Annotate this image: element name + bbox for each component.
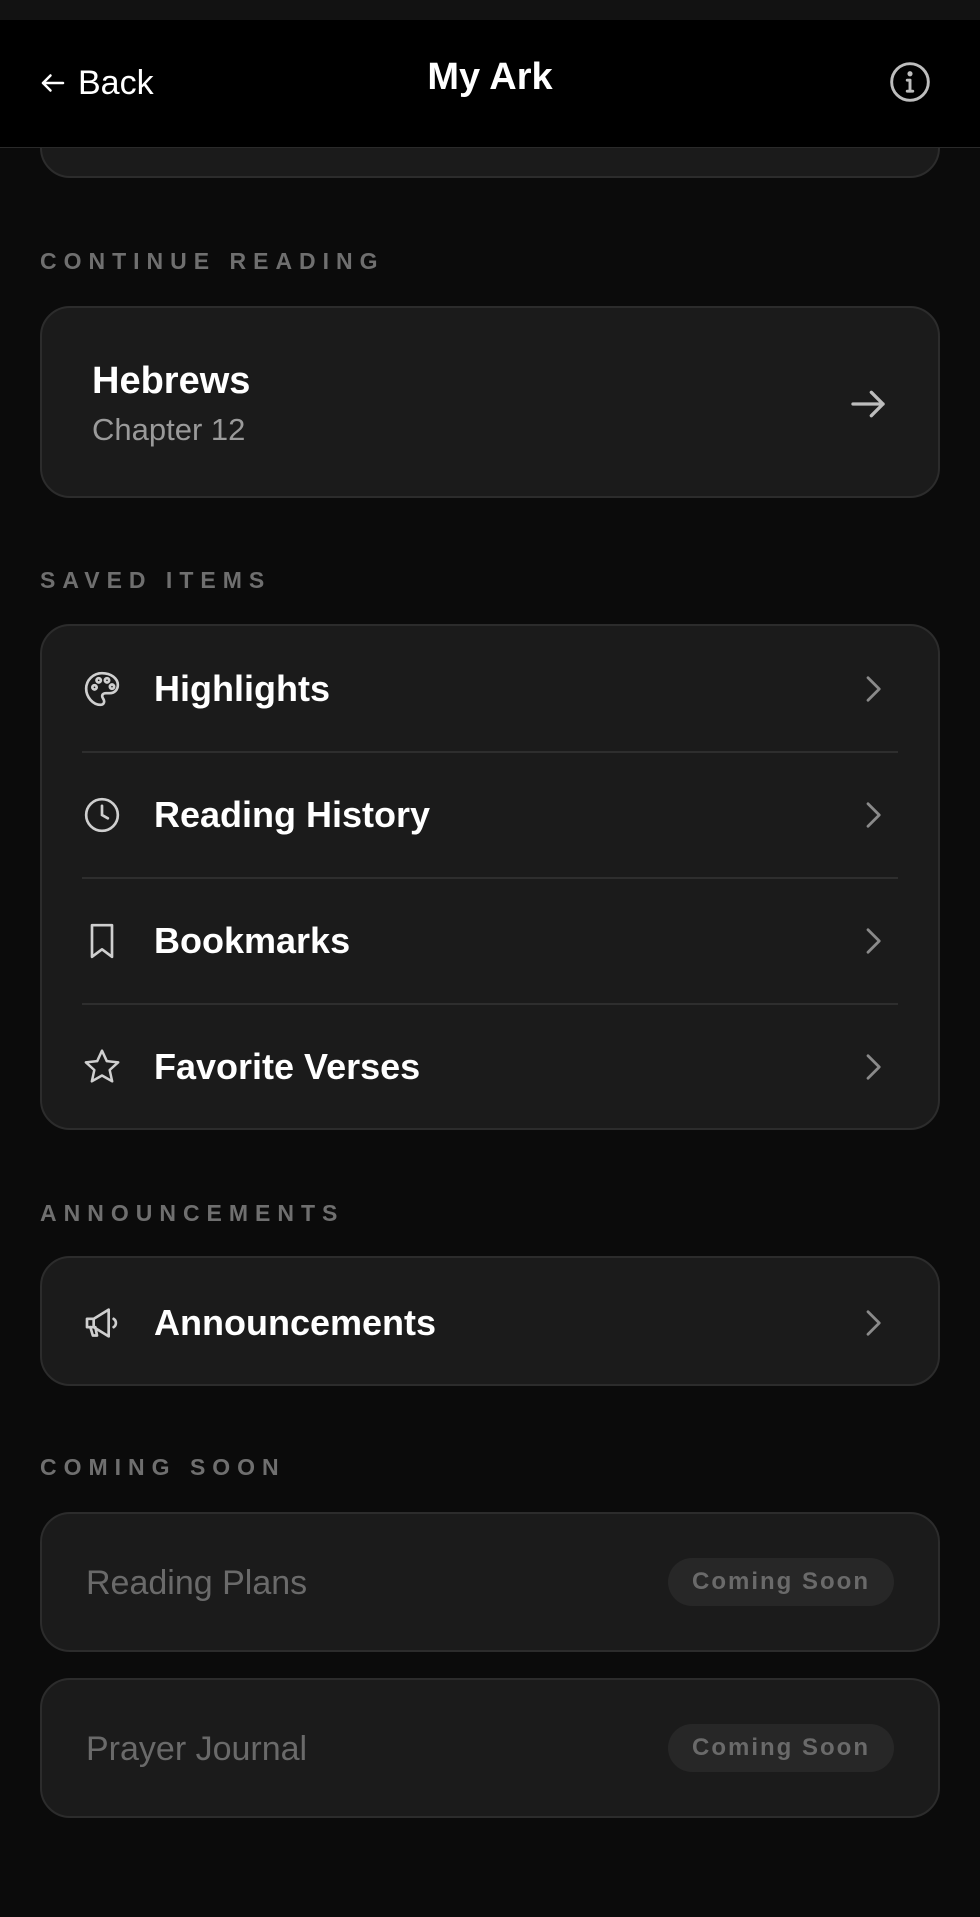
nav-header: Back My Ark <box>0 20 980 148</box>
prayer-journal-card: Prayer Journal Coming Soon <box>40 1678 940 1818</box>
megaphone-icon <box>85 1308 118 1338</box>
saved-items-card: Highlights Reading History Bookmarks Fav… <box>40 624 940 1130</box>
palette-icon <box>84 671 120 707</box>
announcements-label: ANNOUNCEMENTS <box>40 1200 345 1226</box>
clock-icon <box>84 797 120 833</box>
saved-item-highlights[interactable]: Highlights <box>42 626 938 752</box>
saved-item-label: Bookmarks <box>154 920 351 961</box>
saved-item-label: Favorite Verses <box>154 1046 421 1087</box>
coming-soon-label: COMING SOON <box>40 1454 286 1480</box>
prayer-journal-title: Prayer Journal <box>86 1730 308 1768</box>
chevron-right-icon <box>866 928 881 954</box>
book-title: Hebrews <box>92 360 251 402</box>
saved-item-reading-history[interactable]: Reading History <box>42 752 938 878</box>
coming-soon-badge: Coming Soon <box>668 1724 894 1772</box>
continue-reading-card[interactable]: Hebrews Chapter 12 <box>40 306 940 498</box>
saved-item-bookmarks[interactable]: Bookmarks <box>42 878 938 1004</box>
chevron-right-icon <box>866 676 881 702</box>
announcements-item-label: Announcements <box>154 1302 437 1343</box>
star-icon <box>84 1049 120 1083</box>
my-ark-screen: Back My Ark CONTINUE READING Hebrews Cha… <box>0 0 980 1917</box>
coming-soon-badge: Coming Soon <box>668 1558 894 1606</box>
chevron-right-icon <box>866 1054 881 1080</box>
chevron-right-icon <box>866 802 881 828</box>
reading-plans-card: Reading Plans Coming Soon <box>40 1512 940 1652</box>
chevron-right-icon <box>866 1310 881 1336</box>
announcements-card: Announcements <box>40 1256 940 1386</box>
info-circle-icon[interactable] <box>888 60 932 104</box>
continue-reading-label: CONTINUE READING <box>40 248 385 274</box>
chapter-label: Chapter 12 <box>92 412 246 447</box>
reading-plans-title: Reading Plans <box>86 1564 308 1602</box>
saved-item-label: Highlights <box>154 668 330 709</box>
announcements-item[interactable]: Announcements <box>42 1260 938 1386</box>
saved-item-favorite-verses[interactable]: Favorite Verses <box>42 1004 938 1130</box>
saved-item-label: Reading History <box>154 794 431 835</box>
arrow-right-icon <box>851 390 885 418</box>
bookmark-icon <box>90 923 114 959</box>
saved-items-label: SAVED ITEMS <box>40 567 272 593</box>
status-bar <box>0 0 980 20</box>
page-title: My Ark <box>427 56 553 98</box>
